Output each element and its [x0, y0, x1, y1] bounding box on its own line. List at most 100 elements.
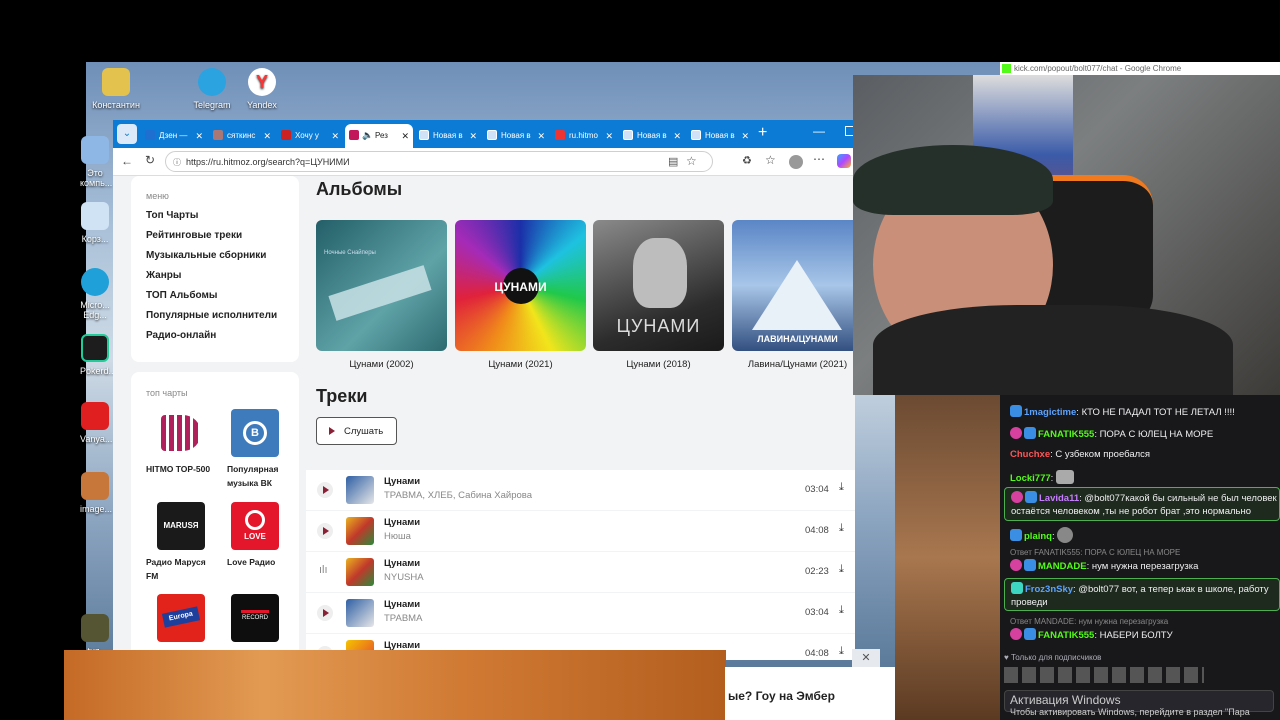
tab-actions-button[interactable]: ⌄ [117, 124, 137, 144]
tab-3[interactable]: Хочу у ✕ [277, 124, 343, 148]
tab-6[interactable]: Новая в ✕ [483, 124, 549, 148]
menu-item-rating[interactable]: Рейтинговые треки [146, 230, 242, 241]
badge-icon [1011, 491, 1023, 503]
badge-icon [1010, 628, 1022, 640]
love-radio-cover[interactable]: LOVE [231, 502, 279, 550]
album-title[interactable]: Цунами (2018) [593, 359, 724, 370]
chart-label[interactable]: Love Радио [227, 555, 297, 569]
menu-item-genres[interactable]: Жанры [146, 270, 181, 281]
refresh-icon[interactable]: ↻ [145, 153, 155, 167]
site-info-icon[interactable]: ⓘ [173, 157, 181, 168]
chart-label[interactable]: Радио Маруся FM [146, 555, 216, 583]
desktop-icon-recycle[interactable]: Корз... [80, 202, 110, 244]
chart-label[interactable]: Популярная музыка ВК [227, 462, 297, 490]
close-icon[interactable]: ✕ [605, 131, 613, 142]
close-icon[interactable]: ✕ [741, 131, 749, 142]
tab-dzen[interactable]: Дзен — ✕ [141, 124, 207, 148]
track-artist[interactable]: NYUSHA [384, 572, 424, 583]
track-title[interactable]: Цунами [384, 476, 420, 487]
track-row[interactable]: Цунами ТРАВМА, ХЛЕБ, Сабина Хайрова 03:0… [306, 470, 855, 510]
track-artist[interactable]: ТРАВМА, ХЛЕБ, Сабина Хайрова [384, 490, 532, 501]
play-icon[interactable] [317, 523, 333, 539]
menu-item-top-albums[interactable]: ТОП Альбомы [146, 290, 217, 301]
desktop-icon-yandex[interactable]: Y Yandex [236, 68, 288, 110]
track-row-playing[interactable]: ılı Цунами NYUSHA 02:23 ⤓ ★ [306, 552, 855, 592]
album-cover-2018[interactable]: ЦУНАМИ [593, 220, 724, 351]
more-menu-icon[interactable]: ⋯ [813, 152, 825, 166]
url-input[interactable]: ⓘ https://ru.hitmoz.org/search?q=ЦУНИМИ … [165, 151, 713, 172]
track-cover [346, 476, 374, 504]
chart-label[interactable]: HITMO TOP-500 [146, 462, 216, 476]
marusya-chart-cover[interactable]: MARUSЯ [157, 502, 205, 550]
album-title[interactable]: Цунами (2002) [316, 359, 447, 370]
tab-2[interactable]: сяткинс ✕ [209, 124, 275, 148]
emote-bar[interactable] [1004, 667, 1204, 683]
track-artist[interactable]: Нюша [384, 531, 411, 542]
download-icon[interactable]: ⤓ [839, 522, 844, 535]
menu-item-artists[interactable]: Популярные исполнители [146, 310, 277, 321]
ad-banner[interactable]: ые? Гоу на Эмбер [725, 667, 895, 720]
profile-avatar[interactable] [789, 155, 803, 169]
download-icon[interactable]: ⤓ [839, 563, 844, 576]
close-icon[interactable]: ✕ [401, 131, 409, 142]
vk-chart-cover[interactable]: B [231, 409, 279, 457]
record-radio-cover[interactable]: RECORD [231, 594, 279, 642]
close-icon[interactable]: ✕ [331, 131, 339, 142]
back-arrow-icon[interactable]: ← [121, 154, 133, 168]
tab-5[interactable]: Новая в ✕ [415, 124, 481, 148]
chat-message: Froz3nSky: @bolt077 вот, а тепер ькак в … [1011, 582, 1269, 595]
album-cover-2021[interactable]: ЦУНАМИ [455, 220, 586, 351]
desktop-icon-user[interactable]: Константин [90, 68, 142, 110]
user-folder-icon [102, 68, 130, 96]
tab-7[interactable]: ru.hitmo ✕ [551, 124, 617, 148]
tab-8[interactable]: Новая в ✕ [619, 124, 685, 148]
chat-window-titlebar: kick.com/popout/bolt077/chat - Google Ch… [1000, 62, 1280, 76]
track-artist[interactable]: ТРАВМА [384, 613, 422, 624]
tab-active[interactable]: 🔈 Рез ✕ [345, 124, 413, 148]
play-icon[interactable] [317, 482, 333, 498]
desktop-icon-edge[interactable]: Micro... Edg... [80, 268, 110, 320]
track-row[interactable]: Цунами ТРАВМА 03:04 ⤓ ★ [306, 593, 855, 633]
album-title[interactable]: Цунами (2021) [455, 359, 586, 370]
tab-9[interactable]: Новая в ✕ [687, 124, 753, 148]
track-title[interactable]: Цунами [384, 517, 420, 528]
new-tab-button[interactable]: + [758, 124, 767, 142]
track-row[interactable]: Цунами Нюша 04:08 ⤓ ★ [306, 511, 855, 551]
ad-close-button[interactable]: ✕ [852, 649, 880, 667]
desktop-icon-vanya[interactable]: Vanya... [80, 402, 112, 444]
badge-icon [1010, 559, 1022, 571]
menu-item-radio[interactable]: Радио-онлайн [146, 330, 216, 341]
menu-item-top-charts[interactable]: Топ Чарты [146, 210, 198, 221]
europa-plus-cover[interactable]: Europa [157, 594, 205, 642]
download-icon[interactable]: ⤓ [839, 604, 844, 617]
album-title[interactable]: Лавина/Цунами (2021) [732, 359, 855, 370]
menu-item-collections[interactable]: Музыкальные сборники [146, 250, 266, 261]
download-icon[interactable]: ⤓ [839, 481, 844, 494]
minimize-button[interactable]: — [813, 124, 825, 138]
album-cover-2002[interactable]: Ночные Снайперы [316, 220, 447, 351]
download-icon[interactable]: ⤓ [839, 645, 844, 658]
favorite-star-icon[interactable]: ☆ [686, 154, 697, 168]
dzen-favicon-icon [145, 130, 155, 140]
close-icon[interactable]: ✕ [263, 131, 271, 142]
close-icon[interactable]: ✕ [195, 131, 203, 142]
album-cover-lavina[interactable]: ЛАВИНА/ЦУНАМИ [732, 220, 855, 351]
equalizer-icon[interactable]: ılı [319, 564, 328, 576]
close-icon[interactable]: ✕ [673, 131, 681, 142]
desktop-icon-telegram[interactable]: Telegram [186, 68, 238, 110]
close-icon[interactable]: ✕ [537, 131, 545, 142]
reader-mode-icon[interactable]: ▤ [668, 155, 678, 168]
listen-button[interactable]: Слушать [316, 417, 397, 445]
desktop-icon-image[interactable]: image... [80, 472, 112, 514]
extensions-icon[interactable]: ♻ [742, 154, 752, 167]
track-title[interactable]: Цунами [384, 558, 420, 569]
desktop-icon-computer[interactable]: Это компь... [80, 136, 112, 188]
hitmo-chart-cover[interactable] [157, 409, 205, 457]
heart-icon [245, 510, 265, 530]
close-icon[interactable]: ✕ [469, 131, 477, 142]
favorites-icon[interactable]: ☆ [765, 153, 776, 167]
track-title[interactable]: Цунами [384, 599, 420, 610]
play-icon[interactable] [317, 605, 333, 621]
copilot-icon[interactable] [837, 154, 851, 168]
desktop-icon-poker[interactable]: Pokerd... [80, 334, 116, 376]
